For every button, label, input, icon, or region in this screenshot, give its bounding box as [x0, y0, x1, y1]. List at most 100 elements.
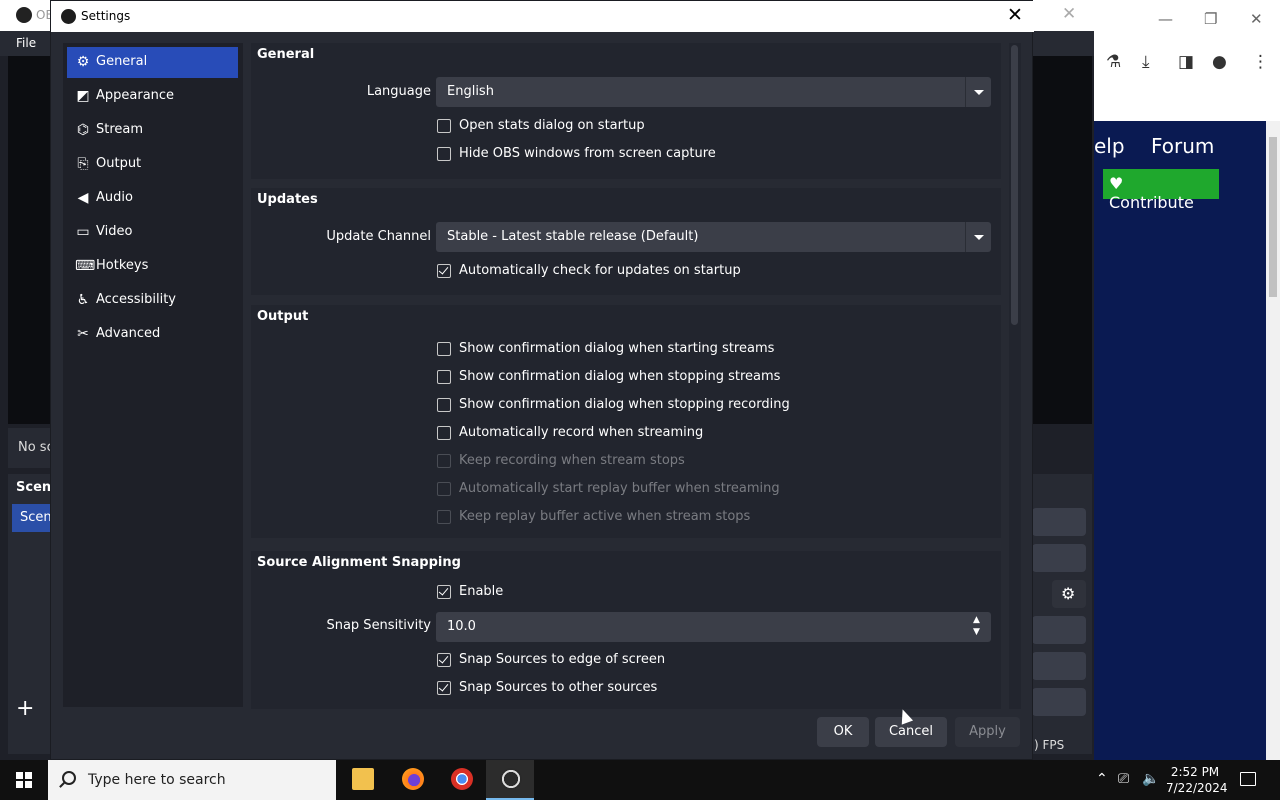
checkbox-label: Enable: [459, 584, 504, 599]
volume-muted-icon[interactable]: 🔈: [1142, 771, 1159, 800]
add-scene-icon[interactable]: +: [16, 696, 34, 721]
sidebar-item-label: Appearance: [96, 88, 175, 103]
updates-section: Updates Update Channel Stable - Latest s…: [251, 188, 1001, 295]
open-stats-checkbox[interactable]: Open stats dialog on startup: [437, 117, 645, 137]
checkbox-box: [437, 147, 451, 161]
nav-link-help[interactable]: elp: [1094, 134, 1125, 158]
obs-taskbar-button[interactable]: [486, 760, 534, 800]
sidebar-item-accessibility[interactable]: ♿ Accessibility: [67, 285, 238, 316]
checkbox-box: [437, 482, 451, 496]
checkbox-box: [437, 426, 451, 440]
update-channel-select[interactable]: Stable - Latest stable release (Default): [436, 222, 991, 252]
sidebar-item-appearance[interactable]: ◩ Appearance: [67, 81, 238, 112]
checkbox-label: Keep replay buffer active when stream st…: [459, 509, 751, 524]
side-panel-icon[interactable]: ◨: [1178, 52, 1194, 72]
notification-icon[interactable]: [1240, 772, 1256, 786]
ok-button[interactable]: OK: [817, 717, 869, 747]
general-section: General Language English Open stats dial…: [251, 43, 1001, 179]
checkbox-label: Show confirmation dialog when stopping s…: [459, 369, 781, 384]
browser-close-icon[interactable]: ✕: [1250, 10, 1263, 28]
language-label: Language: [366, 84, 431, 99]
snap-edge-checkbox[interactable]: Snap Sources to edge of screen: [437, 651, 665, 671]
search-icon: [62, 771, 76, 785]
chrome-icon: [451, 768, 473, 790]
file-explorer-taskbar-button[interactable]: [338, 760, 386, 800]
checkbox-box: [437, 653, 451, 667]
controls-settings-gear-icon[interactable]: ⚙: [1052, 580, 1086, 608]
taskbar-clock[interactable]: 2:52 PM 7/22/2024: [1166, 764, 1228, 796]
sidebar-item-advanced[interactable]: ✂ Advanced: [67, 319, 238, 350]
controls-dock-button[interactable]: [1032, 544, 1086, 572]
clock-time: 2:52 PM: [1170, 765, 1220, 779]
checkbox-box: [437, 454, 451, 468]
spinbox-buttons: ▲ ▼: [967, 612, 991, 642]
obs-main-close-icon[interactable]: ✕: [1062, 4, 1076, 24]
start-button[interactable]: [0, 760, 48, 800]
hide-obs-checkbox[interactable]: Hide OBS windows from screen capture: [437, 145, 716, 165]
checkbox-label: Snap Sources to edge of screen: [459, 652, 666, 667]
sidebar-item-label: Video: [96, 224, 133, 239]
controls-dock-button[interactable]: [1032, 508, 1086, 536]
clock-date: 7/22/2024: [1166, 781, 1228, 795]
kebab-menu-icon[interactable]: ⋮: [1252, 52, 1269, 72]
close-icon[interactable]: ✕: [1007, 4, 1023, 26]
labs-flask-icon[interactable]: ⚗: [1106, 52, 1121, 72]
profile-avatar-icon[interactable]: ●: [1212, 52, 1227, 72]
sidebar-item-hotkeys[interactable]: ⌨ Hotkeys: [67, 251, 238, 282]
confirm-stop-recording-checkbox[interactable]: Show confirmation dialog when stopping r…: [437, 396, 790, 416]
sidebar-item-general[interactable]: ⚙ General: [67, 47, 238, 78]
confirm-stop-stream-checkbox[interactable]: Show confirmation dialog when stopping s…: [437, 368, 780, 388]
chevron-up-icon[interactable]: ⌃: [1096, 771, 1108, 800]
chevron-up-icon[interactable]: ▲: [973, 615, 980, 625]
controls-dock-button[interactable]: [1032, 616, 1086, 644]
browser-scrollbar[interactable]: [1266, 121, 1280, 760]
controls-dock-button[interactable]: [1032, 688, 1086, 716]
sidebar-item-video[interactable]: ▭ Video: [67, 217, 238, 248]
auto-record-checkbox[interactable]: Automatically record when streaming: [437, 424, 703, 444]
chevron-down-icon[interactable]: ▼: [973, 627, 980, 637]
checkbox-label: Hide OBS windows from screen capture: [459, 146, 716, 161]
controls-dock-button[interactable]: [1032, 652, 1086, 680]
checkbox-box: [437, 681, 451, 695]
snap-sensitivity-spinbox[interactable]: 10.0 ▲ ▼: [436, 612, 991, 642]
restore-icon[interactable]: ❐: [1204, 10, 1217, 28]
monitor-icon: ▭: [76, 224, 90, 240]
auto-update-checkbox[interactable]: Automatically check for updates on start…: [437, 262, 741, 282]
obs-logo-icon: [16, 7, 32, 23]
snapping-enable-checkbox[interactable]: Enable: [437, 583, 503, 603]
scrollbar-thumb[interactable]: [1269, 137, 1277, 297]
scrollbar-thumb[interactable]: [1011, 45, 1018, 325]
sidebar-item-audio[interactable]: ◀ Audio: [67, 183, 238, 214]
contribute-button[interactable]: ♥ Contribute: [1103, 169, 1219, 212]
sidebar-item-output[interactable]: ⎘ Output: [67, 149, 238, 180]
language-select[interactable]: English: [436, 77, 991, 107]
sidebar-item-stream[interactable]: ⌬ Stream: [67, 115, 238, 146]
firefox-taskbar-button[interactable]: [388, 760, 436, 800]
download-icon[interactable]: ⤓: [1142, 52, 1150, 72]
confirm-start-stream-checkbox[interactable]: Show confirmation dialog when starting s…: [437, 340, 774, 360]
menu-file[interactable]: File: [16, 36, 36, 50]
snap-sensitivity-label: Snap Sensitivity: [326, 618, 431, 633]
windows-logo-icon: [16, 772, 32, 788]
chrome-taskbar-button[interactable]: [437, 760, 485, 800]
minimize-icon[interactable]: —: [1158, 10, 1173, 28]
settings-content: General Language English Open stats dial…: [251, 43, 1009, 709]
windows-taskbar: Type here to search ⌃ ⎚ 🔈 2:52 PM 7/22/2…: [0, 760, 1280, 800]
taskbar-search-box[interactable]: Type here to search: [48, 760, 336, 800]
chevron-down-icon: [965, 77, 991, 107]
nav-link-forum[interactable]: Forum: [1151, 134, 1214, 158]
checkbox-box: [437, 342, 451, 356]
update-channel-label: Update Channel: [326, 229, 431, 244]
settings-sidebar: ⚙ General ◩ Appearance ⌬ Stream ⎘ Output…: [63, 43, 243, 707]
cancel-button[interactable]: Cancel: [875, 717, 947, 747]
wrench-icon: ✂: [77, 326, 89, 342]
checkbox-label: Automatically check for updates on start…: [459, 263, 741, 278]
auto-replay-buffer-checkbox: Automatically start replay buffer when s…: [437, 480, 780, 500]
chevron-down-icon: [965, 222, 991, 252]
keyboard-icon: ⌨: [75, 258, 96, 274]
settings-scrollbar[interactable]: [1009, 43, 1021, 709]
checkbox-box: [437, 398, 451, 412]
snap-other-sources-checkbox[interactable]: Snap Sources to other sources: [437, 679, 657, 699]
obs-icon: [500, 768, 522, 790]
network-icon[interactable]: ⎚: [1118, 771, 1129, 800]
